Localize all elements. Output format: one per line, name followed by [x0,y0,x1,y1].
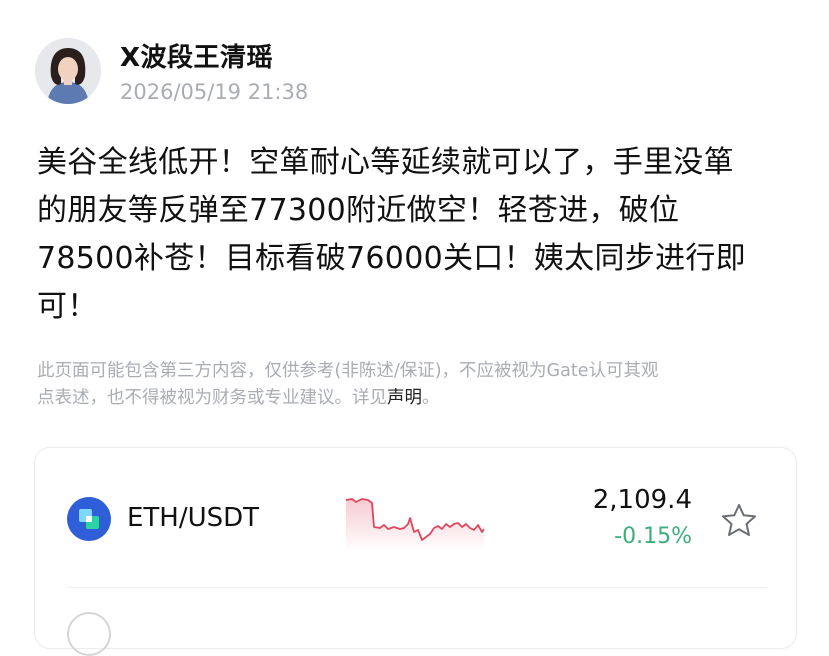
disclaimer: 此页面可能包含第三方内容，仅供参考(非陈述/保证)，不应被视为Gate认可其观 … [37,358,802,412]
post-line: 可！ [37,289,98,324]
ticker-price: 2,109.4 [592,485,692,515]
author-avatar[interactable] [35,38,101,104]
post-line: 78500补苍！目标看破76000关口！姨太同步进行即 [37,241,746,276]
favorite-star-icon[interactable] [720,502,758,540]
disclaimer-tail: 。 [422,388,440,408]
eth-coin-icon [67,497,111,541]
ticker-change: -0.15% [614,524,692,549]
disclaimer-text: 点表述，也不得被视为财务或专业建议。详见 [37,388,387,408]
card-divider [67,587,767,588]
ticker-pair[interactable]: ETH/USDT [127,503,259,533]
post-line: 的朋友等反弹至77300附近做空！轻苍进，破位 [37,193,680,228]
disclaimer-line: 此页面可能包含第三方内容，仅供参考(非陈述/保证)，不应被视为Gate认可其观 [37,361,659,381]
disclaimer-link[interactable]: 声明 [387,388,422,408]
author-name[interactable]: X波段王清瑶 [120,37,273,74]
disclaimer-line-2: 点表述，也不得被视为财务或专业建议。详见声明。 [37,385,802,412]
post-content: 美谷全线低开！空箪耐心等延续就可以了，手里没箪 的朋友等反弹至77300附近做空… [37,139,797,331]
price-sparkline [345,498,485,552]
post-timestamp: 2026/05/19 21:38 [120,80,309,104]
post-line: 美谷全线低开！空箪耐心等延续就可以了，手里没箪 [37,145,734,180]
